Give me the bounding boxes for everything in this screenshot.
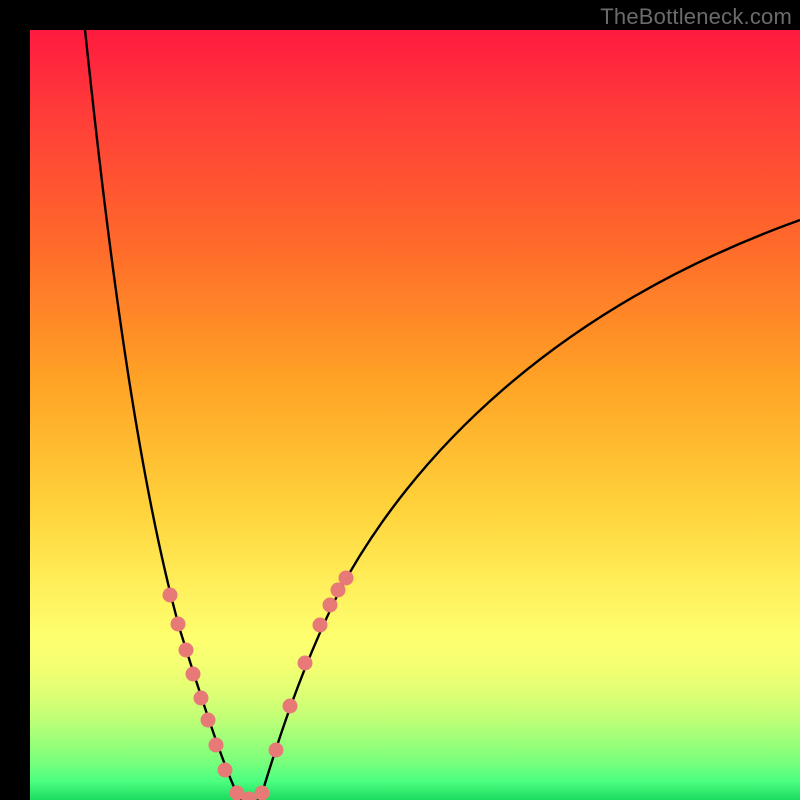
data-point-marker (201, 713, 216, 728)
curve-right (260, 220, 800, 800)
data-point-marker (339, 571, 354, 586)
data-point-marker (171, 617, 186, 632)
data-point-marker (163, 588, 178, 603)
data-point-marker (255, 786, 270, 800)
curve-left (85, 30, 240, 800)
marker-layer (163, 571, 354, 800)
data-point-marker (283, 699, 298, 714)
data-point-marker (179, 643, 194, 658)
chart-svg (30, 30, 800, 800)
data-point-marker (194, 691, 209, 706)
plot-area (30, 30, 800, 800)
chart-frame: TheBottleneck.com (0, 0, 800, 800)
data-point-marker (209, 738, 224, 753)
data-point-marker (186, 667, 201, 682)
data-point-marker (269, 743, 284, 758)
watermark-text: TheBottleneck.com (600, 4, 792, 30)
data-point-marker (298, 656, 313, 671)
data-point-marker (323, 598, 338, 613)
data-point-marker (313, 618, 328, 633)
data-point-marker (218, 763, 233, 778)
